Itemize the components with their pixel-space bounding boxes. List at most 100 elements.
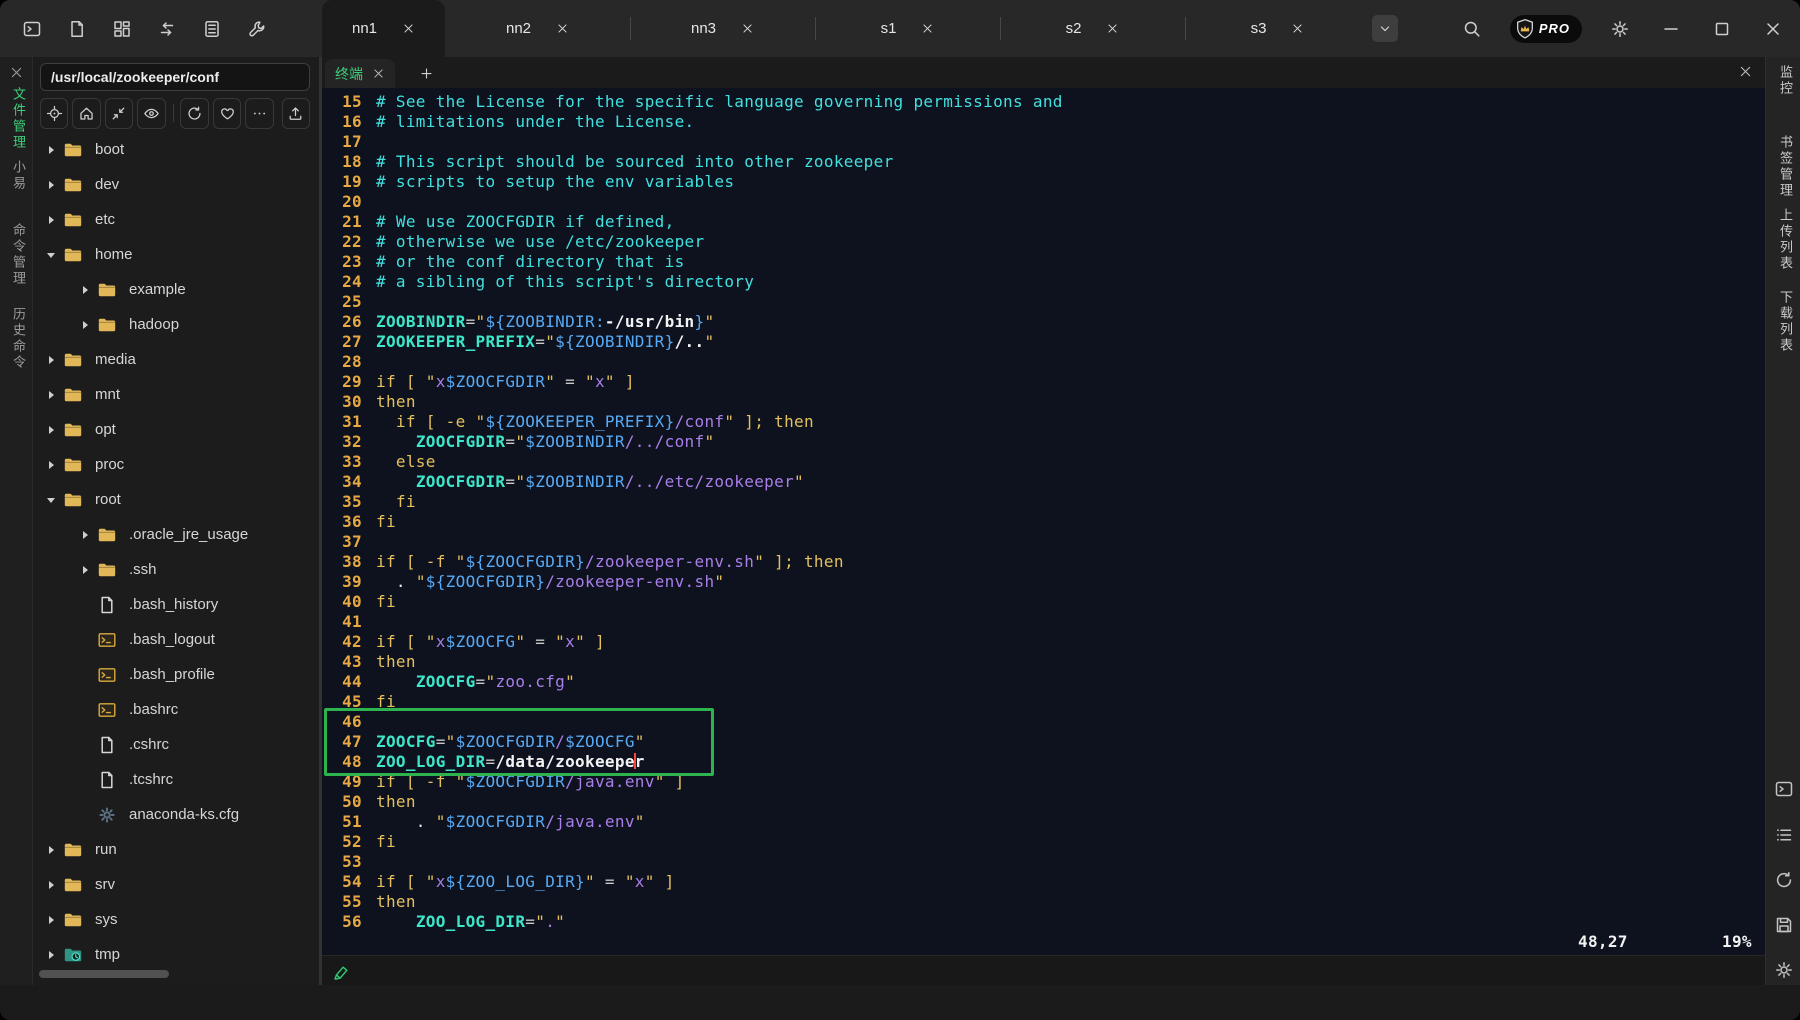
maximize-button[interactable] <box>1709 16 1735 42</box>
scrollbar-thumb[interactable] <box>39 970 169 978</box>
transfer-button[interactable] <box>153 15 181 43</box>
horizontal-scrollbar[interactable] <box>33 969 319 979</box>
tab-close-icon[interactable] <box>555 22 569 36</box>
chevron-collapsed-icon[interactable] <box>45 143 59 157</box>
session-tab-nn2[interactable]: nn2 <box>445 0 630 57</box>
chevron-collapsed-icon[interactable] <box>79 283 93 297</box>
terminal-window-button[interactable] <box>1773 778 1794 799</box>
locate-button[interactable] <box>40 98 68 129</box>
refresh-button[interactable] <box>180 98 208 129</box>
tree-item-tmp[interactable]: tmp <box>33 937 319 972</box>
tree-item-.cshrc[interactable]: .cshrc <box>33 727 319 762</box>
tree-item-mnt[interactable]: mnt <box>33 377 319 412</box>
tree-item-srv[interactable]: srv <box>33 867 319 902</box>
tree-item-hadoop[interactable]: hadoop <box>33 307 319 342</box>
new-terminal-button[interactable] <box>414 61 438 85</box>
chevron-collapsed-icon[interactable] <box>45 178 59 192</box>
tree-item-anaconda-ks.cfg[interactable]: anaconda-ks.cfg <box>33 797 319 832</box>
wrench-button[interactable] <box>243 15 271 43</box>
vim-command-row: :set nu 48,27 19% <box>330 932 1750 952</box>
tree-item-home[interactable]: home <box>33 237 319 272</box>
tab-close-icon[interactable] <box>401 22 415 36</box>
session-tab-s2[interactable]: s2 <box>1000 0 1185 57</box>
tab-overflow-button[interactable] <box>1372 15 1398 42</box>
tree-item-.bash_logout[interactable]: .bash_logout <box>33 622 319 657</box>
session-tab-nn3[interactable]: nn3 <box>630 0 815 57</box>
tree-item-opt[interactable]: opt <box>33 412 319 447</box>
settings-button[interactable] <box>1607 16 1633 42</box>
save-button[interactable] <box>1773 914 1794 935</box>
activity-item-1[interactable]: 文件管理 <box>9 87 28 151</box>
rightbar-item-4[interactable]: 下载列表 <box>1776 290 1795 354</box>
home-button[interactable] <box>72 98 100 129</box>
chevron-collapsed-icon[interactable] <box>79 528 93 542</box>
tree-item-run[interactable]: run <box>33 832 319 867</box>
heart-button[interactable] <box>213 98 241 129</box>
sidebar-close-button[interactable] <box>9 65 24 80</box>
search-button[interactable] <box>1459 16 1485 42</box>
tree-item-.bashrc[interactable]: .bashrc <box>33 692 319 727</box>
tab-close-icon[interactable] <box>920 22 934 36</box>
tree-item-dev[interactable]: dev <box>33 167 319 202</box>
tree-item-.tcshrc[interactable]: .tcshrc <box>33 762 319 797</box>
tree-item-label: run <box>95 841 117 858</box>
terminal-tab[interactable]: 终端 <box>325 59 395 88</box>
layout-button[interactable] <box>108 15 136 43</box>
shell-file-icon <box>97 630 117 650</box>
activity-item-4[interactable]: 历史命令 <box>9 307 28 371</box>
activity-item-3[interactable]: 命令管理 <box>9 223 28 287</box>
chevron-expanded-icon[interactable] <box>45 248 59 262</box>
tree-item-.oracle_jre_usage[interactable]: .oracle_jre_usage <box>33 517 319 552</box>
tree-item-example[interactable]: example <box>33 272 319 307</box>
chevron-collapsed-icon[interactable] <box>45 423 59 437</box>
tab-close-icon[interactable] <box>1105 22 1119 36</box>
tree-item-.bash_profile[interactable]: .bash_profile <box>33 657 319 692</box>
activity-item-2[interactable]: 小易 <box>9 160 28 192</box>
chevron-collapsed-icon[interactable] <box>45 353 59 367</box>
tree-item-proc[interactable]: proc <box>33 447 319 482</box>
more-button[interactable] <box>245 98 273 129</box>
tab-close-icon[interactable] <box>1290 22 1304 36</box>
tree-item-boot[interactable]: boot <box>33 132 319 167</box>
refresh-button[interactable] <box>1773 869 1794 890</box>
session-tab-nn1[interactable]: nn1 <box>322 0 445 57</box>
terminal-window-button[interactable] <box>18 15 46 43</box>
chevron-collapsed-icon[interactable] <box>79 318 93 332</box>
highlighter-pen-button[interactable] <box>330 961 352 983</box>
chevron-collapsed-icon[interactable] <box>45 913 59 927</box>
tree-item-media[interactable]: media <box>33 342 319 377</box>
rightbar-item-2[interactable]: 书签管理 <box>1776 135 1795 199</box>
session-tab-s3[interactable]: s3 <box>1185 0 1370 57</box>
collapse-button[interactable] <box>105 98 133 129</box>
chevron-collapsed-icon[interactable] <box>45 388 59 402</box>
rightbar-item-3[interactable]: 上传列表 <box>1776 208 1795 272</box>
gear-button[interactable] <box>1773 959 1794 980</box>
rightbar-item-1[interactable]: 监控 <box>1776 65 1795 97</box>
upload-button[interactable] <box>282 98 310 129</box>
vim-editor-area[interactable]: 15# See the License for the specific lan… <box>322 88 1765 955</box>
eye-button[interactable] <box>137 98 165 129</box>
chevron-collapsed-icon[interactable] <box>45 878 59 892</box>
tree-item-etc[interactable]: etc <box>33 202 319 237</box>
session-file-button[interactable] <box>63 15 91 43</box>
close-window-button[interactable] <box>1760 16 1786 42</box>
session-tab-s1[interactable]: s1 <box>815 0 1000 57</box>
tree-item-.ssh[interactable]: .ssh <box>33 552 319 587</box>
path-input[interactable]: /usr/local/zookeeper/conf <box>40 63 310 91</box>
chevron-collapsed-icon[interactable] <box>45 213 59 227</box>
chevron-collapsed-icon[interactable] <box>79 563 93 577</box>
terminal-panel-close-button[interactable] <box>1737 63 1753 79</box>
terminal-tab-close-icon[interactable] <box>372 67 385 80</box>
tree-item-root[interactable]: root <box>33 482 319 517</box>
chevron-collapsed-icon[interactable] <box>45 948 59 962</box>
pro-badge[interactable]: PRO <box>1510 15 1582 43</box>
tree-item-sys[interactable]: sys <box>33 902 319 937</box>
minimize-button[interactable] <box>1658 16 1684 42</box>
tree-item-.bash_history[interactable]: .bash_history <box>33 587 319 622</box>
chevron-collapsed-icon[interactable] <box>45 843 59 857</box>
list-button[interactable] <box>1773 824 1794 845</box>
tab-close-icon[interactable] <box>740 22 754 36</box>
chevron-collapsed-icon[interactable] <box>45 458 59 472</box>
chevron-expanded-icon[interactable] <box>45 493 59 507</box>
server-list-button[interactable] <box>198 15 226 43</box>
